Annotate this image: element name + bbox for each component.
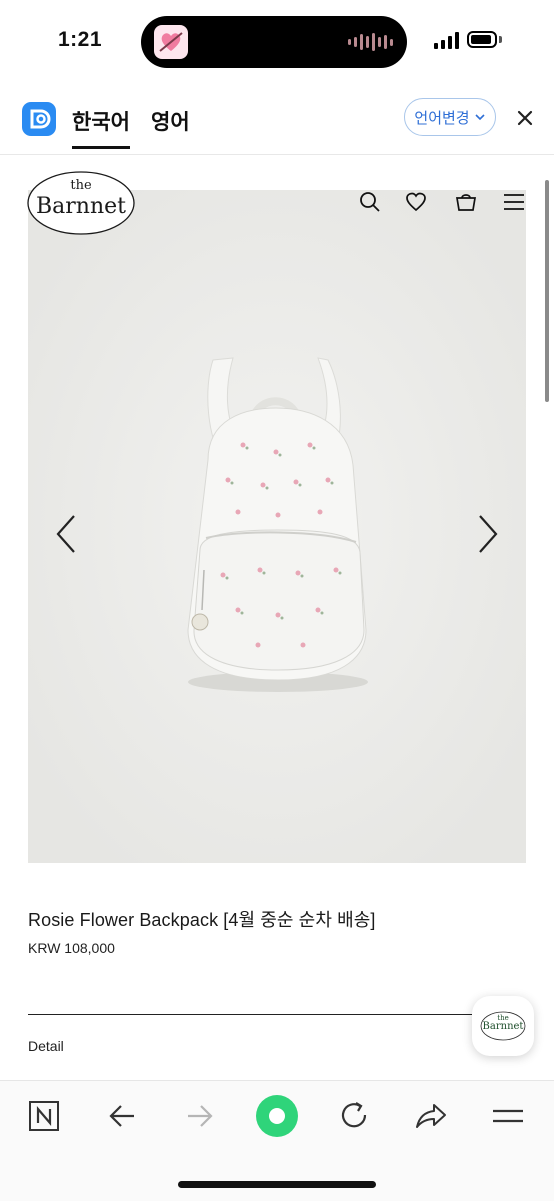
brand-logo-top-text: the xyxy=(70,178,92,193)
brand-logo-main-text: Barnnet xyxy=(36,194,126,219)
product-image[interactable] xyxy=(28,190,526,863)
search-icon[interactable] xyxy=(358,190,382,214)
naver-n-icon[interactable] xyxy=(28,1099,62,1133)
tab-english[interactable]: 영어 xyxy=(151,106,190,136)
audio-waveform-icon xyxy=(348,33,393,51)
product-price: KRW 108,000 xyxy=(28,940,115,956)
chevron-down-icon xyxy=(475,114,485,121)
close-icon[interactable] xyxy=(513,106,537,130)
battery-cap xyxy=(499,36,502,43)
scrollbar[interactable] xyxy=(545,180,549,402)
dynamic-island[interactable] xyxy=(141,16,407,68)
badge-main-text: Barnnet xyxy=(482,1021,524,1032)
battery-icon xyxy=(467,31,497,48)
change-language-button[interactable]: 언어변경 xyxy=(404,98,496,136)
divider xyxy=(28,1014,498,1015)
next-image-arrow-icon[interactable] xyxy=(474,512,502,556)
share-icon[interactable] xyxy=(414,1099,448,1133)
translate-app-icon xyxy=(22,102,56,136)
previous-image-arrow-icon[interactable] xyxy=(52,512,80,556)
translate-bar: 한국어 영어 언어변경 xyxy=(0,92,554,155)
tab-korean[interactable]: 한국어 xyxy=(72,106,130,149)
menu-icon[interactable] xyxy=(502,190,526,214)
status-time: 1:21 xyxy=(58,28,103,51)
floating-brand-badge[interactable]: the Barnnet xyxy=(472,996,534,1056)
status-bar: 1:21 xyxy=(0,0,554,84)
green-dot-icon[interactable] xyxy=(256,1095,298,1137)
forward-arrow-icon[interactable] xyxy=(184,1099,218,1133)
back-arrow-icon[interactable] xyxy=(106,1099,140,1133)
product-title: Rosie Flower Backpack [4월 중순 순차 배송] xyxy=(28,910,376,930)
detail-accordion-toggle[interactable]: Detail xyxy=(28,1038,64,1054)
reload-icon[interactable] xyxy=(338,1099,372,1133)
cellular-signal-icon xyxy=(434,32,459,49)
change-language-label: 언어변경 xyxy=(414,109,470,127)
toolbar-menu-icon[interactable] xyxy=(491,1099,525,1133)
home-indicator[interactable] xyxy=(178,1181,376,1188)
backpack-illustration xyxy=(28,190,526,863)
bag-icon[interactable] xyxy=(454,190,478,214)
music-app-icon xyxy=(154,25,188,59)
brand-logo[interactable]: the Barnnet xyxy=(26,170,136,236)
heart-icon[interactable] xyxy=(404,190,428,214)
